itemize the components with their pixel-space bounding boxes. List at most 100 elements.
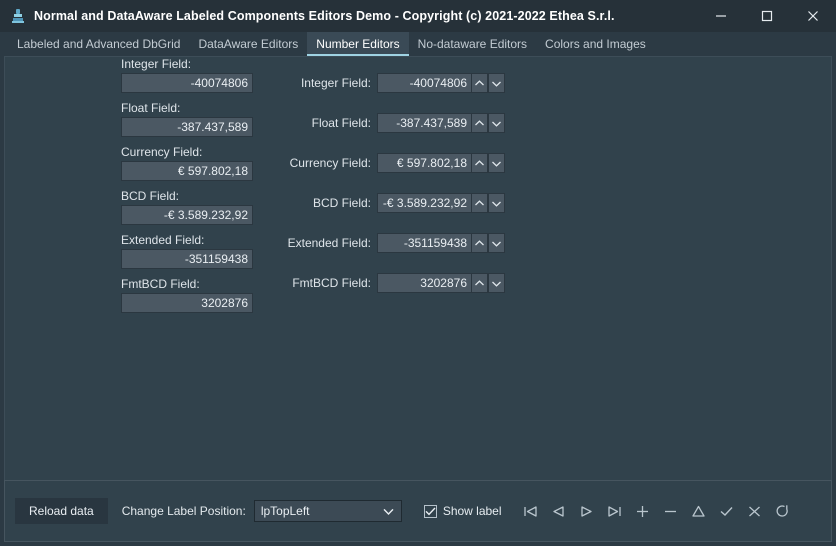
field-label: Float Field: xyxy=(311,116,371,130)
cancel-record-button[interactable] xyxy=(744,500,766,522)
spin-up-button-bcd[interactable] xyxy=(471,193,488,213)
tab-number-editors[interactable]: Number Editors xyxy=(307,32,410,56)
extended-field-input-right[interactable] xyxy=(377,233,471,253)
tab-labeled-and-advanced-dbgrid[interactable]: Labeled and Advanced DbGrid xyxy=(8,32,189,56)
chevron-down-icon xyxy=(492,241,501,247)
cancel-record-icon xyxy=(749,506,760,516)
minimize-button[interactable] xyxy=(698,0,744,32)
checkbox-box xyxy=(423,504,437,518)
field-group-fmtbcd-right: FmtBCD Field: xyxy=(291,273,505,293)
maximize-icon xyxy=(761,10,773,22)
post-record-icon xyxy=(720,506,733,516)
field-label: Integer Field: xyxy=(300,76,371,90)
fmtbcd-field-input-right[interactable] xyxy=(377,273,471,293)
field-label: Extended Field: xyxy=(121,233,205,247)
right-field-column: Integer Field: Float Field: xyxy=(287,73,505,313)
spin-down-button-integer[interactable] xyxy=(488,73,505,93)
check-icon xyxy=(425,507,436,515)
field-group-float-left: Float Field: xyxy=(121,101,253,137)
float-field-input-right[interactable] xyxy=(377,113,471,133)
refresh-record-button[interactable] xyxy=(772,500,794,522)
integer-field-input-left[interactable] xyxy=(121,73,253,93)
spin-up-button-integer[interactable] xyxy=(471,73,488,93)
minimize-icon xyxy=(716,15,726,17)
label-position-combobox[interactable]: lpTopLeft xyxy=(253,500,402,522)
prior-record-icon xyxy=(553,505,564,517)
last-record-icon xyxy=(608,505,621,517)
chevron-up-icon xyxy=(475,199,484,205)
spin-edit-fmtbcd xyxy=(377,273,505,293)
field-group-integer-left: Integer Field: xyxy=(121,57,253,93)
field-label: Float Field: xyxy=(121,101,181,115)
chevron-up-icon xyxy=(475,159,484,165)
spin-up-button-fmtbcd[interactable] xyxy=(471,273,488,293)
spin-down-button-extended[interactable] xyxy=(488,233,505,253)
chevron-down-icon xyxy=(383,508,394,515)
spin-edit-integer xyxy=(377,73,505,93)
first-record-button[interactable] xyxy=(520,500,542,522)
chevron-up-icon xyxy=(475,119,484,125)
window-title: Normal and DataAware Labeled Components … xyxy=(34,9,615,23)
maximize-button[interactable] xyxy=(744,0,790,32)
edit-record-button[interactable] xyxy=(688,500,710,522)
spin-down-button-bcd[interactable] xyxy=(488,193,505,213)
tab-bar: Labeled and Advanced DbGrid DataAware Ed… xyxy=(0,32,836,56)
tab-content-number-editors: Integer Field: Float Field: Currency Fie… xyxy=(4,56,832,493)
currency-field-input-left[interactable] xyxy=(121,161,253,181)
integer-field-input-right[interactable] xyxy=(377,73,471,93)
field-group-extended-left: Extended Field: xyxy=(121,233,253,269)
show-label-text: Show label xyxy=(442,504,502,518)
close-button[interactable] xyxy=(790,0,836,32)
spin-edit-extended xyxy=(377,233,505,253)
field-label: Integer Field: xyxy=(121,57,192,71)
spin-up-button-extended[interactable] xyxy=(471,233,488,253)
show-label-checkbox[interactable]: Show label xyxy=(423,504,502,518)
chevron-down-icon xyxy=(492,201,501,207)
chevron-down-icon xyxy=(492,161,501,167)
field-group-integer-right: Integer Field: xyxy=(291,73,505,93)
reload-data-button[interactable]: Reload data xyxy=(15,498,108,524)
close-icon xyxy=(808,11,818,21)
refresh-record-icon xyxy=(776,504,788,517)
spin-down-button-currency[interactable] xyxy=(488,153,505,173)
spin-up-button-float[interactable] xyxy=(471,113,488,133)
chevron-up-icon xyxy=(475,239,484,245)
last-record-button[interactable] xyxy=(604,500,626,522)
field-label: Currency Field: xyxy=(121,145,203,159)
db-navigator xyxy=(520,500,794,522)
field-group-currency-right: Currency Field: xyxy=(290,153,505,173)
tab-label: Colors and Images xyxy=(545,37,646,51)
extended-field-input-left[interactable] xyxy=(121,249,253,269)
bcd-field-input-left[interactable] xyxy=(121,205,253,225)
title-bar: Normal and DataAware Labeled Components … xyxy=(0,0,836,32)
tab-label: Number Editors xyxy=(316,37,400,51)
currency-field-input-right[interactable] xyxy=(377,153,471,173)
prior-record-button[interactable] xyxy=(548,500,570,522)
insert-record-icon xyxy=(637,505,649,517)
tab-label: No-dataware Editors xyxy=(417,37,528,51)
chevron-up-icon xyxy=(475,79,484,85)
field-label: FmtBCD Field: xyxy=(121,277,200,291)
tab-dataaware-editors[interactable]: DataAware Editors xyxy=(189,32,307,56)
insert-record-button[interactable] xyxy=(632,500,654,522)
fmtbcd-field-input-left[interactable] xyxy=(121,293,253,313)
change-label-position-label: Change Label Position: xyxy=(121,504,246,518)
chevron-down-icon xyxy=(492,121,501,127)
next-record-button[interactable] xyxy=(576,500,598,522)
spin-up-button-currency[interactable] xyxy=(471,153,488,173)
field-label: BCD Field: xyxy=(312,196,371,210)
tab-no-dataware-editors[interactable]: No-dataware Editors xyxy=(409,32,536,56)
spin-down-button-fmtbcd[interactable] xyxy=(488,273,505,293)
field-group-bcd-left: BCD Field: xyxy=(121,189,253,225)
tab-label: DataAware Editors xyxy=(198,37,299,51)
field-group-float-right: Float Field: xyxy=(291,113,505,133)
next-record-icon xyxy=(581,505,592,517)
float-field-input-left[interactable] xyxy=(121,117,253,137)
field-label: Extended Field: xyxy=(287,236,371,250)
window-controls xyxy=(698,0,836,32)
tab-colors-and-images[interactable]: Colors and Images xyxy=(536,32,655,56)
bcd-field-input-right[interactable] xyxy=(377,193,471,213)
delete-record-button[interactable] xyxy=(660,500,682,522)
spin-down-button-float[interactable] xyxy=(488,113,505,133)
post-record-button[interactable] xyxy=(716,500,738,522)
